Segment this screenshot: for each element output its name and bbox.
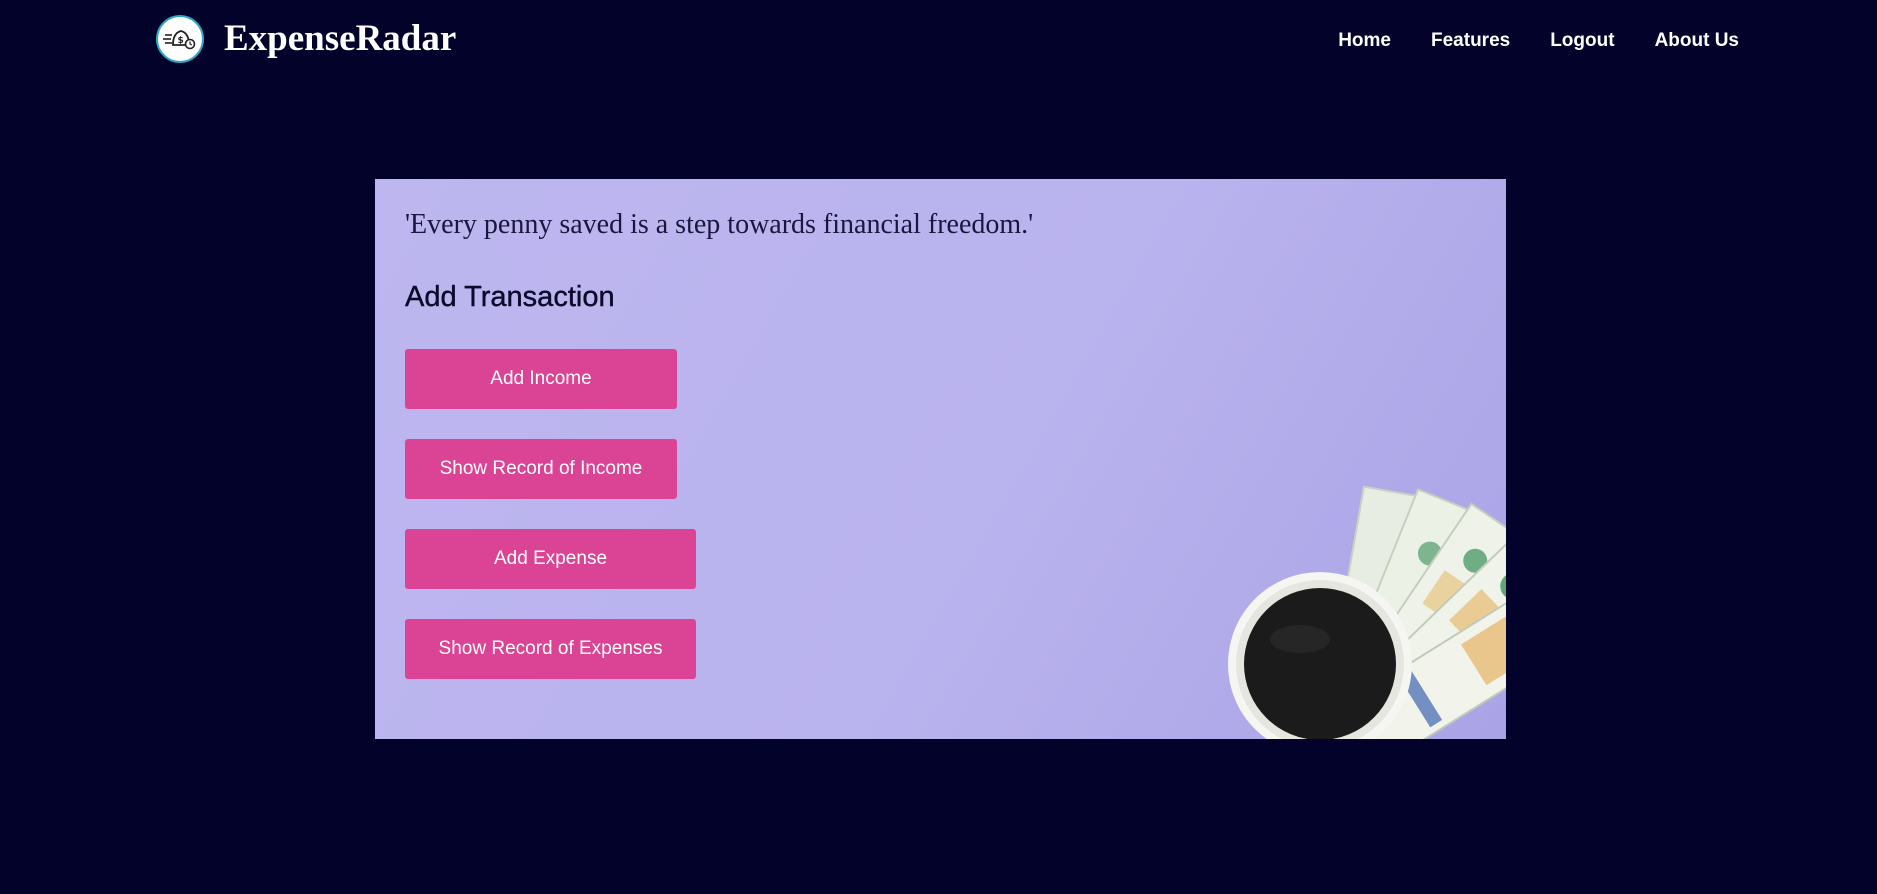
money-radar-icon: $ bbox=[156, 15, 204, 63]
section-title: Add Transaction bbox=[405, 281, 615, 313]
svg-text:$: $ bbox=[178, 36, 184, 46]
nav-about-us[interactable]: About Us bbox=[1655, 26, 1739, 56]
motivational-quote: 'Every penny saved is a step towards fin… bbox=[405, 209, 1034, 240]
money-and-coffee-image bbox=[1228, 485, 1506, 739]
show-income-record-button[interactable]: Show Record of Income bbox=[405, 439, 677, 499]
nav-logout[interactable]: Logout bbox=[1550, 26, 1614, 56]
show-expense-record-button[interactable]: Show Record of Expenses bbox=[405, 619, 696, 679]
main-nav: Home Features Logout About Us bbox=[1338, 26, 1739, 56]
transaction-hero-panel: 'Every penny saved is a step towards fin… bbox=[375, 179, 1506, 739]
nav-features[interactable]: Features bbox=[1431, 26, 1510, 56]
brand-name: ExpenseRadar bbox=[224, 18, 457, 59]
add-expense-button[interactable]: Add Expense bbox=[405, 529, 696, 589]
brand-logo[interactable]: $ ExpenseRadar bbox=[156, 15, 456, 63]
nav-home[interactable]: Home bbox=[1338, 26, 1391, 56]
add-income-button[interactable]: Add Income bbox=[405, 349, 677, 409]
navbar: $ ExpenseRadar Home Features Logout Abou… bbox=[0, 0, 1877, 82]
